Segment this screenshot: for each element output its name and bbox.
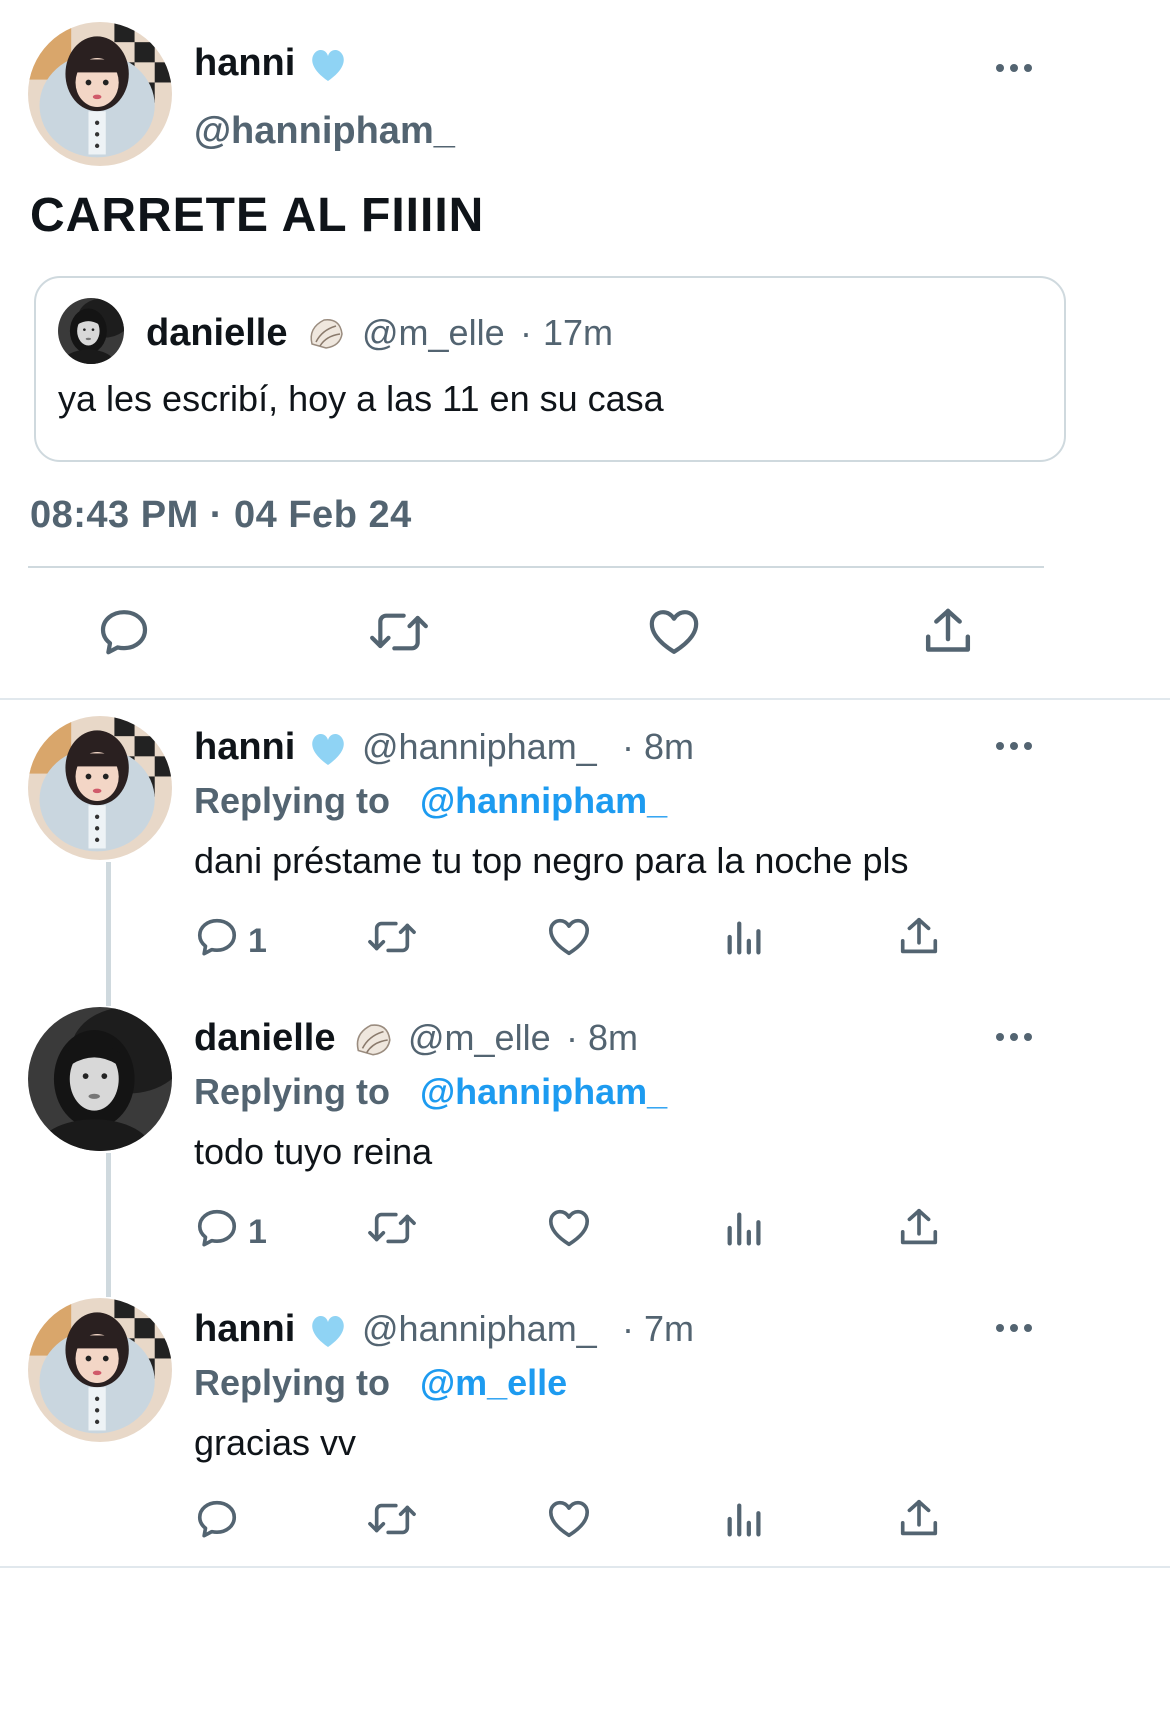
quoted-tweet[interactable] xyxy=(34,276,1066,462)
divider xyxy=(28,566,1044,568)
more-options-icon[interactable] xyxy=(996,740,1038,752)
tweet-timestamp: 08:43 PM · 04 Feb 24 xyxy=(30,494,412,536)
share-icon[interactable] xyxy=(920,604,976,660)
retweet-icon[interactable] xyxy=(366,1496,418,1542)
retweet-icon[interactable] xyxy=(366,1205,418,1251)
like-icon[interactable] xyxy=(546,914,592,960)
display-name[interactable]: hanni xyxy=(194,1308,295,1351)
more-options-icon[interactable] xyxy=(996,1031,1038,1043)
replying-to-link[interactable]: @hannipham_ xyxy=(420,780,667,822)
avatar[interactable] xyxy=(28,1298,172,1442)
views-icon[interactable] xyxy=(722,1496,768,1542)
replying-to-label: Replying to xyxy=(194,1362,390,1403)
display-name[interactable]: hanni xyxy=(194,42,295,85)
replying-to-link[interactable]: @m_elle xyxy=(420,1362,567,1404)
bottom-divider xyxy=(0,1566,1170,1568)
retweet-icon[interactable] xyxy=(368,604,430,660)
replying-to-label: Replying to xyxy=(194,780,390,821)
reply-icon[interactable] xyxy=(194,1205,240,1251)
user-handle[interactable]: @hannipham_ xyxy=(194,110,455,153)
reply-time: · 8m xyxy=(566,1017,638,1058)
light-blue-heart-icon xyxy=(308,46,348,84)
share-icon[interactable] xyxy=(896,1205,942,1251)
replying-to-label: Replying to xyxy=(194,1071,390,1112)
avatar[interactable] xyxy=(28,1007,172,1151)
section-divider xyxy=(0,698,1170,700)
quote-text: ya les escribí, hoy a las 11 en su casa xyxy=(58,378,664,419)
reply-count: 1 xyxy=(248,922,267,960)
display-name[interactable]: hanni xyxy=(194,726,295,769)
avatar[interactable] xyxy=(28,716,172,860)
like-icon[interactable] xyxy=(646,604,702,660)
reply-text: todo tuyo reina xyxy=(194,1131,433,1172)
reply-icon[interactable] xyxy=(96,604,152,660)
share-icon[interactable] xyxy=(896,1496,942,1542)
reply-time: · 8m xyxy=(622,726,694,767)
user-handle[interactable]: @hannipham_ xyxy=(362,1308,597,1350)
retweet-icon[interactable] xyxy=(366,914,418,960)
share-icon[interactable] xyxy=(896,914,942,960)
quote-display-name: danielle xyxy=(146,312,288,354)
display-name[interactable]: danielle xyxy=(194,1017,336,1060)
views-icon[interactable] xyxy=(722,914,768,960)
reply-text: dani préstame tu top negro para la noche… xyxy=(194,840,909,881)
quote-time: 17m xyxy=(543,312,614,353)
user-handle[interactable]: @hannipham_ xyxy=(362,726,597,768)
avatar[interactable] xyxy=(28,22,172,166)
more-options-icon[interactable] xyxy=(996,1322,1038,1334)
quote-avatar xyxy=(58,298,124,364)
like-icon[interactable] xyxy=(546,1205,592,1251)
like-icon[interactable] xyxy=(546,1496,592,1542)
quote-handle: @m_elle xyxy=(362,312,505,353)
thread-line xyxy=(106,862,111,1006)
reply-text: gracias vv xyxy=(194,1422,357,1463)
quote-separator: · xyxy=(520,312,532,353)
more-options-icon[interactable] xyxy=(996,62,1038,74)
shell-icon xyxy=(306,314,346,354)
light-blue-heart-icon xyxy=(308,1312,348,1350)
light-blue-heart-icon xyxy=(308,730,348,768)
replying-to-link[interactable]: @hannipham_ xyxy=(420,1071,667,1113)
user-handle[interactable]: @m_elle xyxy=(408,1017,551,1059)
reply-icon[interactable] xyxy=(194,1496,240,1542)
views-icon[interactable] xyxy=(722,1205,768,1251)
reply-time: · 7m xyxy=(622,1308,694,1349)
thread-line xyxy=(106,1153,111,1297)
reply-count: 1 xyxy=(248,1213,267,1251)
reply-icon[interactable] xyxy=(194,914,240,960)
shell-icon xyxy=(352,1019,394,1061)
tweet-text: CARRETE AL FIIIIN xyxy=(30,189,485,242)
